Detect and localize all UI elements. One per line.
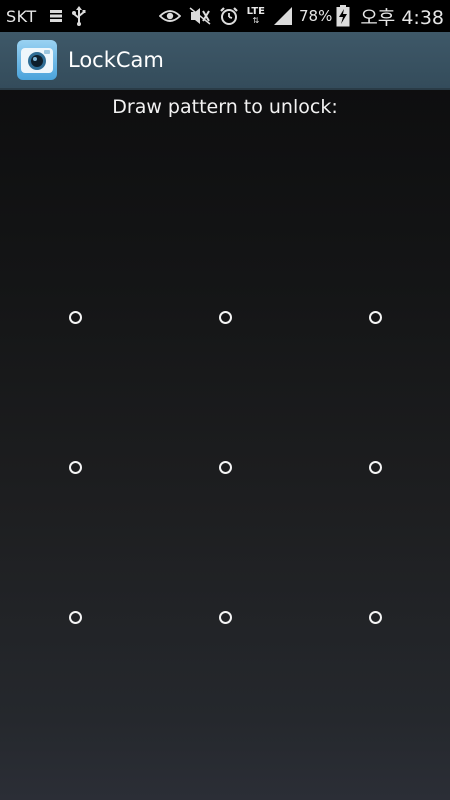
dot-ring: [368, 610, 382, 624]
dot-ring: [218, 460, 232, 474]
app-title: LockCam: [68, 48, 164, 72]
camera-icon: [17, 40, 57, 80]
pattern-dot-3[interactable]: [300, 242, 450, 392]
alarm-icon: [219, 6, 239, 26]
status-right: LTE ⇅ 78% 오후 4:38: [155, 0, 444, 32]
dot-ring: [68, 310, 82, 324]
signal-icon: [273, 7, 293, 25]
eye-icon: [158, 9, 181, 23]
pattern-dot-5[interactable]: [150, 392, 300, 542]
dot-ring: [68, 610, 82, 624]
pattern-dot-9[interactable]: [300, 542, 450, 692]
unlock-prompt: Draw pattern to unlock:: [112, 96, 338, 118]
carrier-label: SKT: [6, 6, 37, 26]
pattern-dot-2[interactable]: [150, 242, 300, 392]
pattern-dot-7[interactable]: [0, 542, 150, 692]
pattern-dot-6[interactable]: [300, 392, 450, 542]
dot-ring: [218, 310, 232, 324]
dot-ring: [368, 310, 382, 324]
lte-icon: LTE ⇅: [246, 6, 265, 26]
vibrate-mute-icon: [189, 7, 211, 25]
status-clock: 오후 4:38: [360, 6, 444, 29]
battery-percent: 78%: [298, 7, 333, 25]
pattern-lock-grid[interactable]: [0, 242, 450, 692]
dot-ring: [368, 460, 382, 474]
lock-screen: SKT LTE ⇅ 78% 오후 4:38 LockCam Draw patte…: [0, 0, 450, 800]
usb-icon: [71, 6, 87, 26]
lte-label: LTE: [246, 6, 265, 17]
pattern-dot-1[interactable]: [0, 242, 150, 392]
data-arrows-icon: ⇅: [252, 16, 260, 25]
pattern-dot-8[interactable]: [150, 542, 300, 692]
battery-charging-icon: [336, 5, 350, 27]
status-left: SKT: [6, 0, 91, 32]
sim-storage-icon: [49, 9, 63, 23]
action-bar: LockCam: [0, 32, 450, 90]
status-bar: SKT LTE ⇅ 78% 오후 4:38: [0, 0, 450, 32]
dot-ring: [68, 460, 82, 474]
dot-ring: [218, 610, 232, 624]
pattern-dot-4[interactable]: [0, 392, 150, 542]
